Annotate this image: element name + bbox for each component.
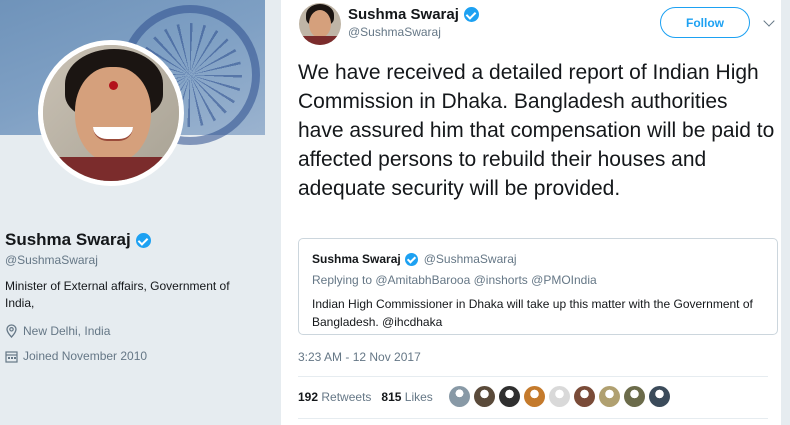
liker-avatar[interactable] (599, 386, 620, 407)
profile-name-text[interactable]: Sushma Swaraj (5, 230, 131, 250)
divider (298, 376, 768, 377)
liker-avatar[interactable] (549, 386, 570, 407)
likes-count[interactable]: 815 (381, 390, 401, 404)
quoted-author-name: Sushma Swaraj (312, 252, 401, 266)
tweet-author-avatar[interactable] (299, 3, 341, 45)
chevron-down-icon[interactable] (763, 15, 775, 27)
profile-bio: Minister of External affairs, Government… (5, 279, 230, 310)
liker-avatar[interactable] (624, 386, 645, 407)
verified-badge-icon (135, 232, 151, 248)
liker-avatar[interactable] (574, 386, 595, 407)
profile-avatar[interactable] (38, 40, 184, 186)
quoted-tweet-header: Sushma Swaraj @SushmaSwaraj (312, 252, 517, 266)
liker-avatar[interactable] (474, 386, 495, 407)
likes-stat[interactable]: 815 Likes (381, 390, 432, 404)
profile-sidebar: Sushma Swaraj @SushmaSwaraj Minister of … (0, 0, 265, 425)
location-pin-icon (6, 324, 17, 338)
profile-joined-text: Joined November 2010 (23, 349, 148, 363)
quoted-tweet-text: Indian High Commissioner in Dhaka will t… (312, 297, 753, 329)
retweets-label[interactable]: Retweets (321, 390, 371, 404)
quoted-replying-to: Replying to @AmitabhBarooa @inshorts @PM… (312, 273, 597, 287)
liker-avatar[interactable] (499, 386, 520, 407)
liker-avatar[interactable] (524, 386, 545, 407)
likes-label[interactable]: Likes (405, 390, 433, 404)
verified-badge-icon (404, 252, 418, 266)
quoted-author-handle: @SushmaSwaraj (423, 252, 517, 266)
tweet-author-handle[interactable]: @SushmaSwaraj (348, 25, 441, 39)
profile-location-text: New Delhi, India (23, 324, 111, 338)
retweets-stat[interactable]: 192 Retweets (298, 390, 371, 404)
follow-button[interactable]: Follow (660, 7, 750, 38)
verified-badge-icon (463, 7, 479, 22)
retweets-count[interactable]: 192 (298, 390, 318, 404)
tweet-card: Sushma Swaraj @SushmaSwaraj Follow We ha… (281, 0, 781, 425)
calendar-icon (5, 350, 18, 363)
default-avatar-icon[interactable] (449, 386, 470, 407)
likers-avatars (449, 386, 670, 407)
profile-joined: Joined November 2010 (5, 349, 147, 363)
tweet-author-name-text[interactable]: Sushma Swaraj (348, 6, 459, 23)
tweet-timestamp[interactable]: 3:23 AM - 12 Nov 2017 (298, 350, 421, 364)
tweet-text: We have received a detailed report of In… (298, 61, 775, 200)
profile-name[interactable]: Sushma Swaraj (5, 230, 151, 250)
liker-avatar[interactable] (649, 386, 670, 407)
quoted-tweet[interactable]: Sushma Swaraj @SushmaSwaraj Replying to … (298, 238, 778, 335)
profile-location: New Delhi, India (5, 324, 110, 338)
divider (298, 418, 768, 419)
tweet-author-name[interactable]: Sushma Swaraj (348, 6, 479, 23)
profile-handle[interactable]: @SushmaSwaraj (5, 253, 98, 267)
tweet-stats: 192 Retweets 815 Likes (298, 390, 433, 404)
